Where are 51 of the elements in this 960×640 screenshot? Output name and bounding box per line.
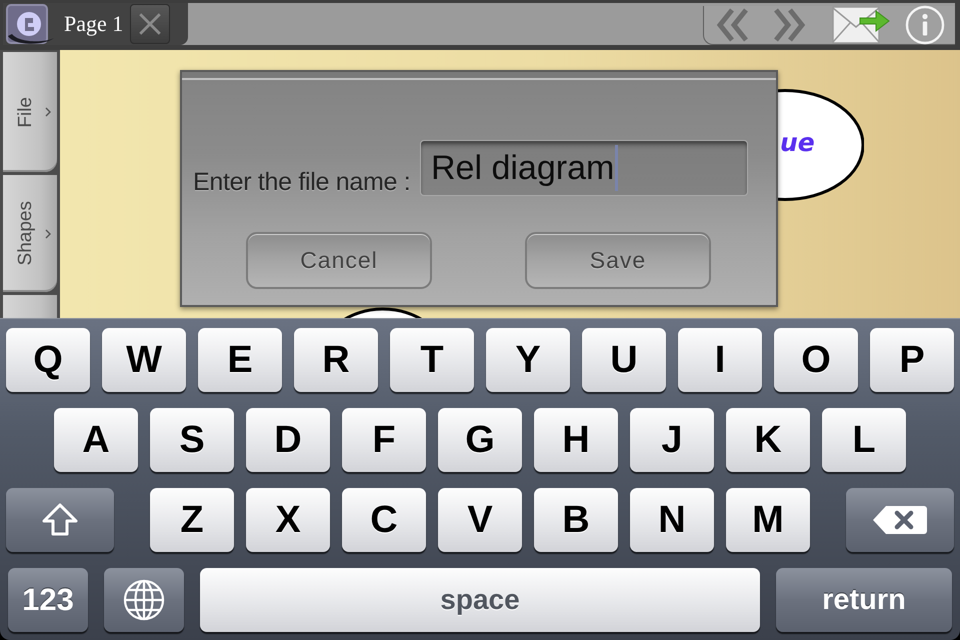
letter-key[interactable]: A — [54, 408, 138, 472]
sidebar-tab[interactable]: File — [3, 52, 57, 172]
letter-key[interactable]: Y — [486, 328, 570, 392]
letter-key[interactable]: N — [630, 488, 714, 552]
letter-key[interactable]: B — [534, 488, 618, 552]
letter-key[interactable]: V — [438, 488, 522, 552]
globe-key[interactable] — [104, 568, 184, 632]
page-title: Page 1 — [64, 11, 124, 37]
numbers-key[interactable]: 123 — [8, 568, 88, 632]
letter-key[interactable]: H — [534, 408, 618, 472]
info-icon[interactable] — [905, 5, 945, 45]
letter-key[interactable]: O — [774, 328, 858, 392]
shift-key[interactable] — [6, 488, 114, 552]
letter-key[interactable]: W — [102, 328, 186, 392]
chevron-icon — [45, 228, 51, 238]
letter-key[interactable]: E — [198, 328, 282, 392]
letter-key[interactable]: C — [342, 488, 426, 552]
cancel-button[interactable]: Cancel — [246, 232, 432, 289]
chevron-icon — [45, 107, 51, 117]
close-button[interactable] — [130, 4, 170, 44]
letter-key[interactable]: X — [246, 488, 330, 552]
letter-key[interactable]: J — [630, 408, 714, 472]
sidebar-tab[interactable]: Shapes — [3, 175, 57, 292]
close-icon — [137, 11, 164, 37]
globe-icon — [122, 578, 166, 622]
letter-key[interactable]: Z — [150, 488, 234, 552]
save-button[interactable]: Save — [525, 232, 711, 289]
letter-key[interactable]: F — [342, 408, 426, 472]
letter-key[interactable]: K — [726, 408, 810, 472]
page-tab[interactable]: Page 1 — [3, 3, 188, 45]
space-bar[interactable]: space — [200, 568, 760, 632]
letter-key[interactable]: P — [870, 328, 954, 392]
letter-key[interactable]: R — [294, 328, 378, 392]
letter-key[interactable]: G — [438, 408, 522, 472]
letter-key[interactable]: S — [150, 408, 234, 472]
return-key[interactable]: return — [776, 568, 952, 632]
delete-key[interactable] — [846, 488, 954, 552]
letter-key[interactable]: T — [390, 328, 474, 392]
file-name-field[interactable]: Rel diagram — [420, 140, 748, 196]
envelope-arrow-icon[interactable] — [832, 6, 890, 44]
letter-key[interactable]: U — [582, 328, 666, 392]
shape-label: ue — [780, 128, 815, 158]
backspace-icon — [872, 504, 928, 536]
letter-key[interactable]: D — [246, 408, 330, 472]
shift-arrow-icon — [40, 502, 80, 538]
letter-key[interactable]: Q — [6, 328, 90, 392]
letter-key[interactable]: I — [678, 328, 762, 392]
text-caret-icon — [615, 145, 618, 191]
file-name-label: Enter the file name : — [193, 168, 410, 196]
letter-key[interactable]: L — [822, 408, 906, 472]
letter-key[interactable]: M — [726, 488, 810, 552]
